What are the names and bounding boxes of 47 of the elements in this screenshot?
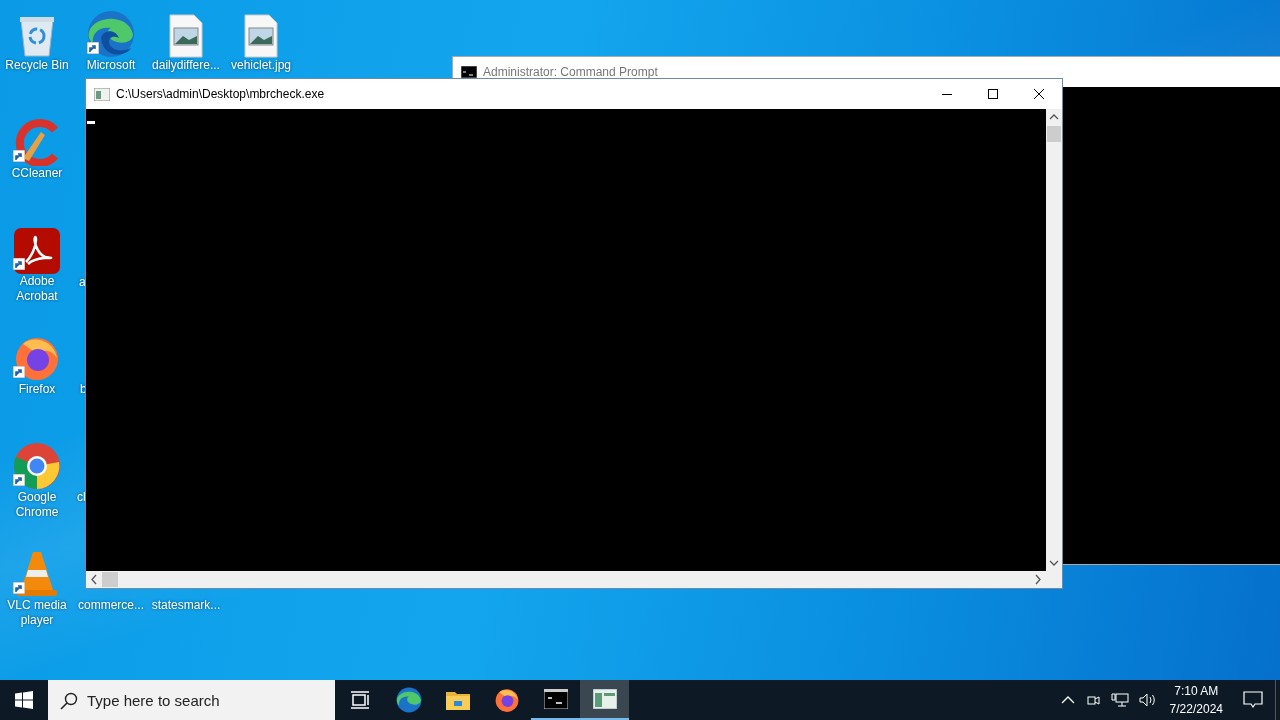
- browser-icon: [87, 10, 135, 58]
- horizontal-scrollbar[interactable]: [86, 571, 1062, 588]
- clock-time: 7:10 AM: [1174, 684, 1219, 698]
- console-window-icon: [94, 87, 110, 101]
- traffic-cone-icon: [15, 550, 59, 598]
- cleaner-icon: [13, 118, 61, 166]
- volume-icon[interactable]: [1138, 692, 1157, 708]
- icon-label[interactable]: Recycle Bin: [1, 58, 73, 73]
- icon-label[interactable]: Google Chrome: [1, 490, 73, 520]
- terminal-icon: [543, 689, 568, 709]
- console-window-icon: [592, 689, 617, 709]
- clock[interactable]: 7:10 AM 7/22/2024: [1161, 682, 1231, 718]
- icon-label[interactable]: Microsoft: [75, 58, 147, 73]
- icon-label[interactable]: VLC media player: [1, 598, 73, 628]
- icon-label[interactable]: commerce...: [75, 598, 147, 613]
- image-file-icon: [244, 14, 278, 58]
- network-icon[interactable]: [1110, 692, 1129, 708]
- scroll-thumb[interactable]: [102, 572, 118, 587]
- icon-label[interactable]: dailydiffere...: [150, 58, 222, 73]
- vertical-scrollbar[interactable]: [1046, 109, 1062, 571]
- notification-icon: [1243, 691, 1263, 709]
- folder-icon: [445, 690, 470, 710]
- round-browser-icon: [13, 442, 61, 490]
- icon-label[interactable]: vehiclet.jpg: [225, 58, 297, 73]
- browser-icon: [395, 687, 422, 713]
- close-icon: [1034, 89, 1044, 99]
- clock-date: 7/22/2024: [1169, 702, 1223, 716]
- icon-label[interactable]: Firefox: [1, 382, 73, 397]
- icon-label[interactable]: statesmark...: [150, 598, 222, 613]
- search-field[interactable]: Type here to search: [48, 680, 335, 720]
- icon-label[interactable]: a: [79, 275, 86, 290]
- window-title: Administrator: Command Prompt: [483, 65, 658, 79]
- chevron-up-icon[interactable]: [1060, 695, 1075, 705]
- icon-label[interactable]: b: [80, 382, 87, 397]
- pdf-app-icon: [14, 228, 60, 274]
- task-view-icon: [349, 691, 370, 709]
- icon-label[interactable]: Adobe Acrobat: [1, 274, 73, 304]
- image-file-icon: [169, 14, 203, 58]
- maximize-icon: [988, 89, 998, 99]
- scroll-thumb[interactable]: [1047, 126, 1061, 142]
- fox-browser-icon: [493, 687, 520, 713]
- windows-logo-icon: [15, 691, 33, 709]
- taskbar-app-button[interactable]: [580, 680, 629, 720]
- icon-label[interactable]: CCleaner: [1, 166, 73, 181]
- window-title: C:\Users\admin\Desktop\mbrcheck.exe: [116, 87, 325, 101]
- icon-label[interactable]: cl: [77, 490, 86, 505]
- recycle-bin-icon: [17, 14, 57, 58]
